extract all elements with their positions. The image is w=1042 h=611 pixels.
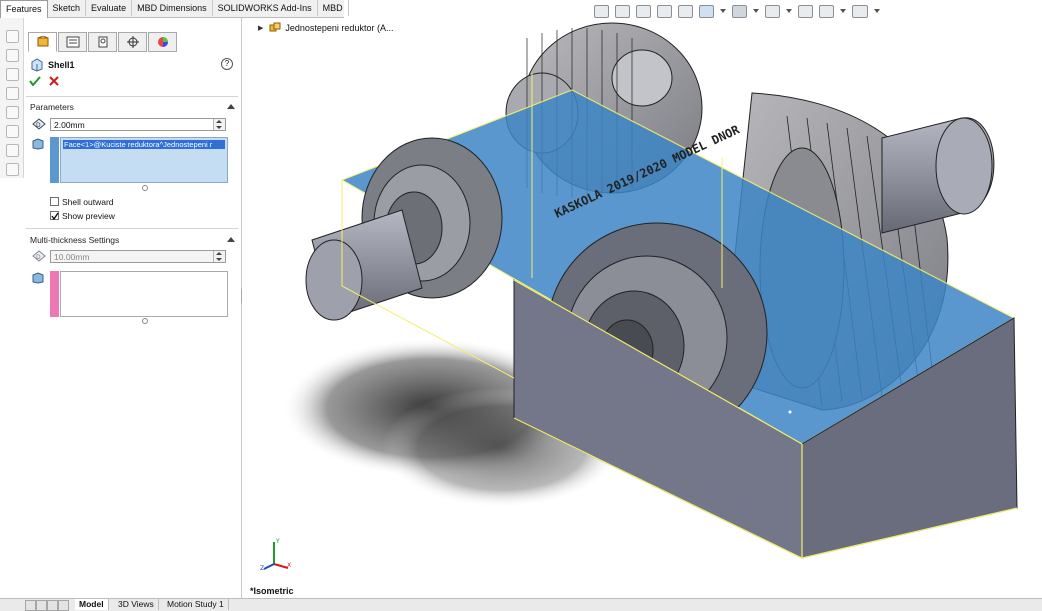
chevron-down-icon[interactable] — [720, 9, 726, 13]
tab-features[interactable]: Features — [0, 0, 48, 18]
output-shaft[interactable] — [881, 117, 995, 234]
feature-icon[interactable] — [6, 144, 19, 157]
ok-button[interactable] — [29, 76, 41, 86]
command-manager-tabs: Features Sketch Evaluate MBD Dimensions … — [0, 0, 349, 18]
previous-view-icon[interactable] — [636, 4, 651, 18]
reference-geometry-icon[interactable] — [6, 125, 19, 138]
first-tab-button[interactable] — [25, 600, 36, 611]
svg-text:D: D — [36, 122, 41, 129]
tab-motion-study-1[interactable]: Motion Study 1 — [163, 599, 229, 610]
thickness-value: 2.00mm — [54, 120, 85, 130]
last-tab-button[interactable] — [58, 600, 69, 611]
help-icon[interactable]: ? — [221, 58, 233, 70]
tab-mbd-dimensions[interactable]: MBD Dimensions — [132, 0, 213, 16]
shell-outward-label: Shell outward — [62, 197, 114, 207]
multi-thickness-spinner — [213, 251, 225, 262]
tab-solidworks-add-ins[interactable]: SOLIDWORKS Add-Ins — [213, 0, 318, 16]
section-view-icon[interactable] — [657, 4, 672, 18]
origin-marker — [788, 410, 792, 414]
appearance-icon[interactable] — [148, 32, 177, 52]
view-orientation-icon[interactable] — [699, 4, 714, 18]
note-icon[interactable] — [6, 87, 19, 100]
measure-icon[interactable] — [6, 106, 19, 119]
bottom-tab-bar: Model 3D Views Motion Study 1 — [0, 598, 1042, 611]
multi-thickness-faces-icon — [32, 272, 44, 284]
resize-grip[interactable] — [142, 318, 148, 324]
feature-title: Shell1 — [48, 60, 75, 70]
property-manager-panel: Shell1 ? Parameters D 2.00mm Face<1>@Kuc… — [24, 18, 242, 600]
multi-thickness-faces-list[interactable] — [60, 271, 228, 317]
show-preview-checkbox[interactable] — [50, 211, 59, 220]
selection-color-stripe — [50, 137, 59, 183]
multi-thickness-icon: D — [32, 250, 46, 262]
faces-to-remove-list[interactable]: Face<1>@Kuciste reduktora^Jednostepeni r — [60, 137, 228, 183]
chevron-down-icon[interactable] — [874, 9, 880, 13]
configuration-manager-icon[interactable] — [88, 32, 117, 52]
manager-tabs — [28, 32, 178, 52]
task-icon-strip — [0, 18, 24, 178]
svg-text:Z: Z — [260, 565, 264, 572]
model-render: KASKOLA 2019/2020 MODEL DNOR — [282, 22, 1018, 559]
parameters-section-title: Parameters — [30, 102, 74, 112]
annotation-icon[interactable] — [6, 68, 19, 81]
cancel-button[interactable] — [49, 76, 59, 86]
next-tab-button[interactable] — [47, 600, 58, 611]
sketch-tool-icon[interactable] — [6, 30, 19, 43]
smart-dimension-icon[interactable] — [6, 49, 19, 62]
checkmark-icon — [51, 212, 59, 220]
view-settings-icon[interactable] — [852, 4, 868, 18]
tab-3d-views[interactable]: 3D Views — [114, 599, 159, 610]
multi-thickness-input: 10.00mm — [50, 250, 226, 263]
tab-evaluate[interactable]: Evaluate — [86, 0, 133, 16]
thickness-spinner[interactable] — [213, 119, 225, 130]
apply-scene-icon[interactable] — [819, 4, 834, 18]
heads-up-view-toolbar — [594, 3, 886, 19]
selected-face-item[interactable]: Face<1>@Kuciste reduktora^Jednostepeni r — [63, 140, 225, 149]
zoom-fit-icon[interactable] — [594, 4, 609, 18]
thickness-icon: D — [32, 118, 46, 130]
thickness-input[interactable]: 2.00mm — [50, 118, 226, 131]
tab-model[interactable]: Model — [75, 599, 109, 610]
hide-show-icon[interactable] — [765, 4, 780, 18]
tab-mbd[interactable]: MBD — [318, 0, 349, 16]
collapse-multi-thickness-icon[interactable] — [227, 237, 235, 242]
mate-icon[interactable] — [6, 163, 19, 176]
chevron-down-icon[interactable] — [840, 9, 846, 13]
property-manager-icon[interactable] — [58, 32, 87, 52]
shell-outward-checkbox[interactable] — [50, 197, 59, 206]
zoom-area-icon[interactable] — [615, 4, 630, 18]
tab-sketch[interactable]: Sketch — [48, 0, 87, 16]
shell-feature-icon — [31, 58, 43, 72]
edit-appearance-icon[interactable] — [798, 4, 813, 18]
show-preview-label: Show preview — [62, 211, 115, 221]
input-shaft[interactable] — [305, 209, 423, 321]
multi-thickness-color-stripe — [50, 271, 59, 317]
graphics-area[interactable]: ▶ Jednostepeni reduktor (A... KASKOLA 20… — [242, 18, 1042, 600]
dynamic-annotation-icon[interactable] — [678, 4, 693, 18]
multi-thickness-value: 10.00mm — [54, 252, 90, 262]
svg-text:X: X — [287, 562, 291, 569]
multi-thickness-section-title: Multi-thickness Settings — [30, 235, 120, 245]
chevron-down-icon[interactable] — [753, 9, 759, 13]
svg-text:Y: Y — [275, 538, 280, 545]
divider — [26, 96, 238, 97]
display-style-icon[interactable] — [732, 4, 747, 18]
faces-to-remove-icon — [32, 138, 44, 150]
reference-triad: Y X Z — [260, 538, 291, 572]
resize-grip[interactable] — [142, 185, 148, 191]
svg-text:D: D — [36, 254, 41, 261]
dimxpert-icon[interactable] — [118, 32, 147, 52]
feature-manager-icon[interactable] — [28, 32, 57, 52]
chevron-down-icon[interactable] — [786, 9, 792, 13]
collapse-parameters-icon[interactable] — [227, 104, 235, 109]
divider — [26, 228, 238, 229]
view-orientation-label: *Isometric — [250, 586, 294, 596]
previous-tab-button[interactable] — [36, 600, 47, 611]
